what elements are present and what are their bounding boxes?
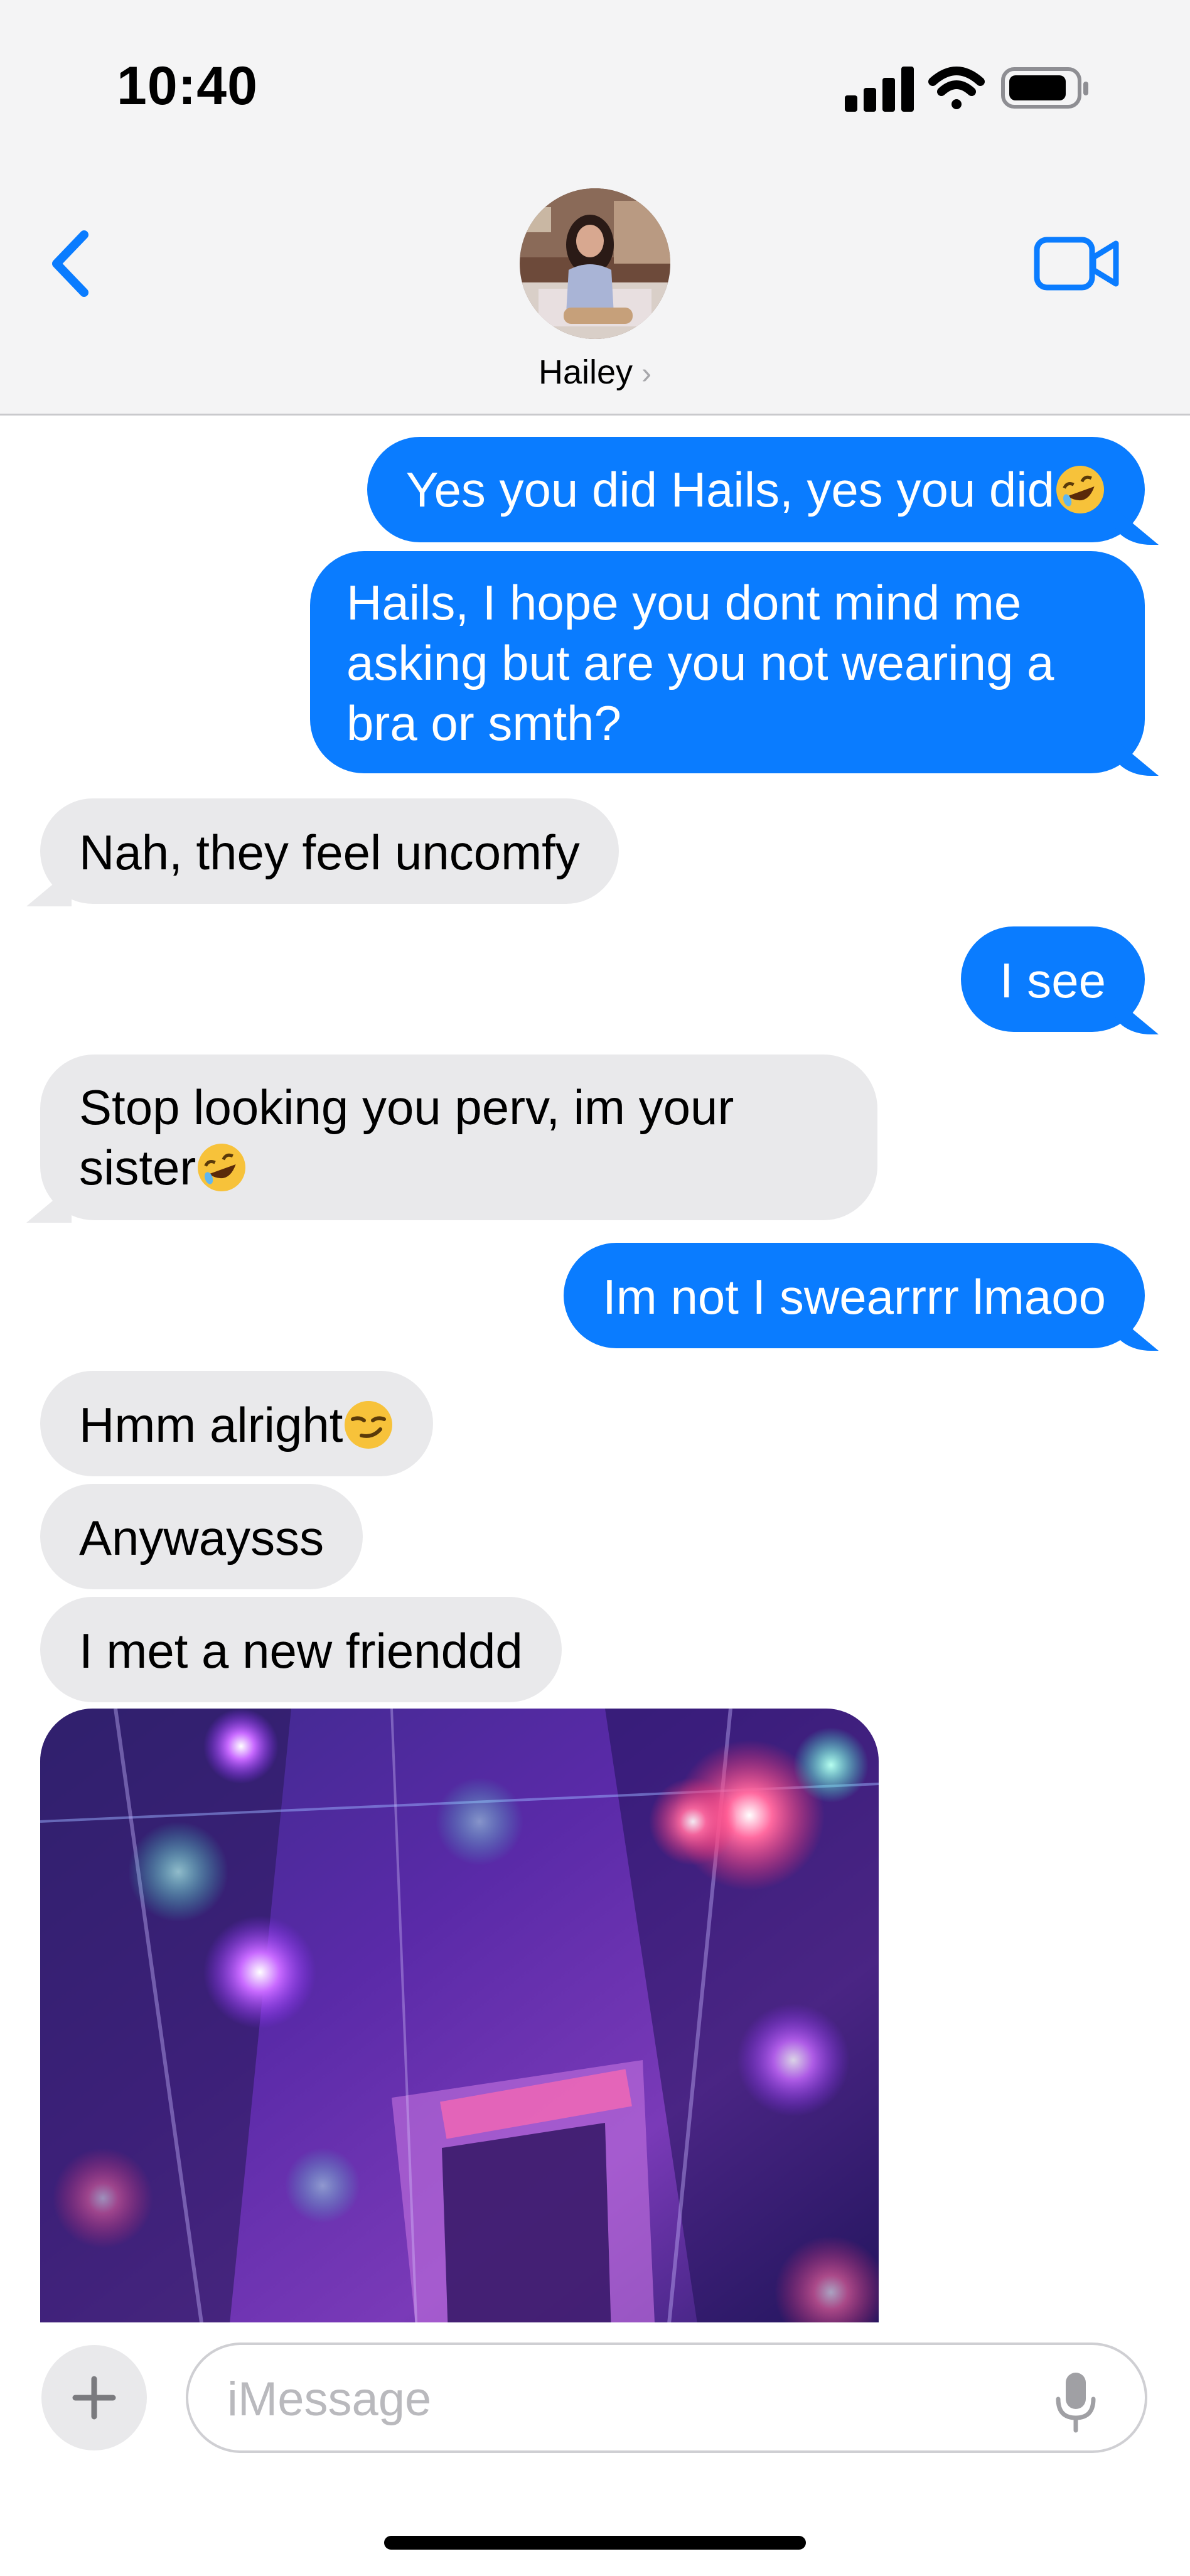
message-bubble-received[interactable]: Anywaysss — [40, 1484, 363, 1589]
message-text: Im not I swearrrr lmaoo — [603, 1269, 1106, 1324]
message-bubble-sent[interactable]: Hails, I hope you dont mind me asking bu… — [310, 551, 1145, 773]
neon-mirror-room-image — [40, 1709, 879, 2336]
rolling-on-floor-laughing-emoji-icon — [1056, 466, 1104, 513]
message-text: I see — [999, 953, 1106, 1008]
imessage-conversation-screen: 10:40 Hailey › Yes you did Hails, yes yo… — [0, 0, 1190, 2576]
conversation-header: 10:40 Hailey › — [0, 0, 1190, 416]
apps-plus-button[interactable] — [41, 2345, 147, 2450]
message-input[interactable] — [226, 2364, 1044, 2434]
chevron-right-icon: › — [641, 357, 652, 390]
message-text: I met a new frienddd — [79, 1623, 523, 1678]
received-photo[interactable] — [40, 1709, 879, 2336]
message-bubble-received[interactable]: Stop looking you perv, im your sister — [40, 1055, 877, 1220]
message-line: Hails, I hope you dont mind me — [346, 575, 1022, 630]
message-line: sister — [79, 1140, 196, 1195]
message-line: asking but are you not wearing a — [346, 635, 1054, 690]
cellular-signal-icon — [845, 67, 914, 112]
rolling-on-floor-laughing-emoji-icon — [198, 1144, 246, 1191]
message-bubble-received[interactable]: Hmm alright — [40, 1371, 434, 1476]
smirking-face-emoji-icon — [345, 1401, 393, 1449]
avatar-photo — [520, 188, 670, 339]
message-bubble-received[interactable]: I met a new frienddd — [40, 1597, 562, 1702]
microphone-icon[interactable] — [1051, 2368, 1101, 2437]
message-bubble-sent[interactable]: I see — [960, 926, 1145, 1032]
message-text: Nah, they feel uncomfy — [79, 825, 580, 880]
battery-icon — [1001, 67, 1088, 109]
status-icons — [845, 67, 1088, 112]
message-text: Hmm alright — [79, 1397, 343, 1452]
message-line: bra or smth? — [346, 695, 621, 751]
contact-avatar[interactable] — [520, 188, 670, 339]
message-bubble-received[interactable]: Nah, they feel uncomfy — [40, 798, 619, 904]
message-bubble-sent[interactable]: Yes you did Hails, yes you did — [367, 437, 1145, 542]
contact-name: Hailey — [538, 353, 633, 391]
imessage-field[interactable] — [186, 2343, 1147, 2453]
status-time: 10:40 — [117, 56, 258, 116]
message-bubble-sent[interactable]: Im not I swearrrr lmaoo — [564, 1243, 1145, 1348]
plus-icon — [72, 2376, 116, 2420]
home-indicator[interactable] — [384, 2536, 806, 2550]
message-line: Stop looking you perv, im your — [79, 1080, 734, 1135]
back-chevron-icon[interactable] — [44, 226, 100, 301]
message-text: Anywaysss — [79, 1510, 324, 1565]
message-text: Yes you did Hails, yes you did — [405, 462, 1054, 517]
facetime-video-icon[interactable] — [1033, 232, 1121, 295]
contact-name-button[interactable]: Hailey › — [0, 353, 1190, 392]
wifi-icon — [928, 67, 985, 109]
